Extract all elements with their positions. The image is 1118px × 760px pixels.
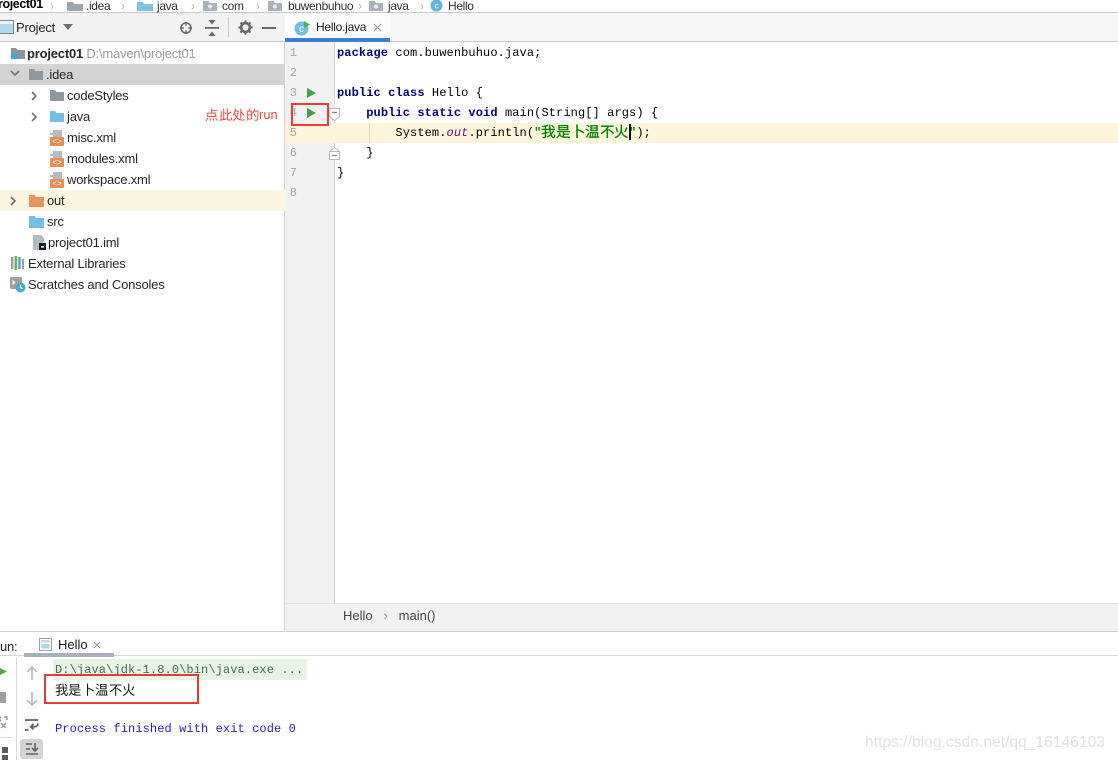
svg-text:<>: <> bbox=[52, 180, 62, 188]
svg-text:c: c bbox=[435, 2, 439, 11]
svg-text:<>: <> bbox=[52, 138, 62, 146]
svg-text:c: c bbox=[299, 24, 304, 35]
svg-text:<>: <> bbox=[52, 159, 62, 167]
